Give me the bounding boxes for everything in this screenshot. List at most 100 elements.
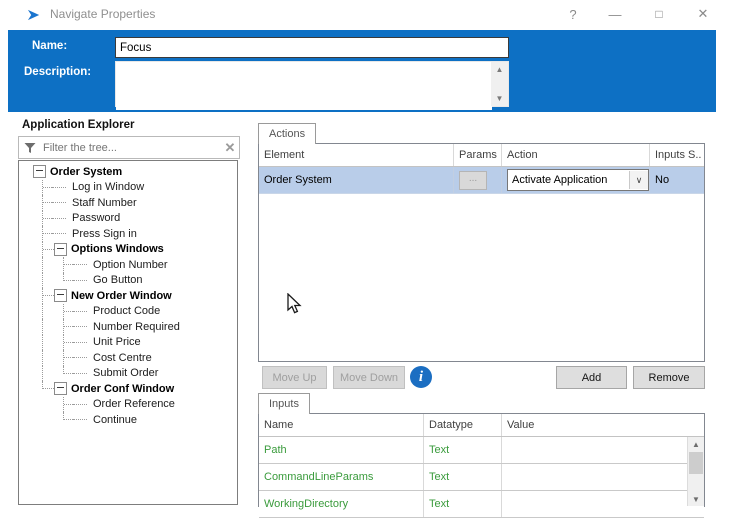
tree-connector bbox=[33, 397, 54, 413]
scroll-down-icon[interactable]: ▼ bbox=[491, 92, 508, 105]
tree-item-submit-order[interactable]: Submit Order bbox=[19, 365, 237, 382]
tree-item-log-in-window[interactable]: Log in Window bbox=[19, 179, 237, 196]
name-input[interactable] bbox=[115, 37, 509, 58]
input-value-cell bbox=[501, 437, 704, 463]
actions-row-selected[interactable]: Order System ... Activate Application ∨ … bbox=[259, 167, 704, 194]
tree-item-product-code[interactable]: Product Code bbox=[19, 303, 237, 320]
application-explorer-title: Application Explorer bbox=[22, 119, 135, 131]
tree-leaf-connector bbox=[73, 350, 89, 366]
input-datatype-cell: Text bbox=[423, 464, 501, 490]
action-inputs-set-cell: No bbox=[649, 167, 704, 193]
tree-item-label: Cost Centre bbox=[93, 351, 152, 364]
tree-item-label: Order Conf Window bbox=[71, 382, 175, 395]
description-field-wrap: ▲ ▼ bbox=[115, 61, 509, 110]
inputs-scrollbar[interactable]: ▲ ▼ bbox=[687, 437, 704, 506]
tree-item-option-number[interactable]: Option Number bbox=[19, 257, 237, 273]
maximize-button[interactable]: □ bbox=[646, 3, 672, 25]
tab-actions[interactable]: Actions bbox=[258, 123, 317, 144]
tree-connector bbox=[54, 334, 77, 351]
tree-leaf-connector bbox=[73, 304, 89, 320]
tree-item-label: Press Sign in bbox=[72, 227, 137, 240]
minimize-button[interactable]: — bbox=[602, 3, 628, 25]
filter-clear-icon[interactable]: ✕ bbox=[221, 140, 239, 156]
remove-button[interactable]: Remove bbox=[633, 366, 705, 389]
scroll-down-icon[interactable]: ▼ bbox=[688, 492, 704, 506]
tree-leaf-connector bbox=[73, 273, 89, 289]
inputs-row-workingdirectory[interactable]: WorkingDirectory Text bbox=[259, 491, 704, 518]
tree-item-staff-number[interactable]: Staff Number bbox=[19, 195, 237, 211]
inputs-table-header: Name Datatype Value bbox=[259, 414, 704, 437]
column-header-params[interactable]: Params bbox=[453, 144, 501, 166]
scroll-up-icon[interactable]: ▲ bbox=[491, 63, 508, 76]
tree-item-label: Order Reference bbox=[93, 398, 175, 411]
description-label: Description: bbox=[24, 66, 92, 78]
application-explorer-tree: Order System Log in Window Staff Number Pas… bbox=[18, 160, 238, 505]
help-button[interactable]: ? bbox=[560, 3, 586, 25]
tree-connector bbox=[33, 412, 54, 428]
tree-leaf-connector bbox=[73, 366, 89, 382]
info-icon[interactable]: i bbox=[410, 366, 432, 388]
params-ellipsis-button[interactable]: ... bbox=[459, 170, 487, 190]
tree-item-label: Options Windows bbox=[71, 243, 164, 256]
column-header-datatype[interactable]: Datatype bbox=[423, 414, 501, 436]
tree-item-label: Submit Order bbox=[93, 367, 159, 380]
tree-item-press-sign-in[interactable]: Press Sign in bbox=[19, 226, 237, 242]
tree-item-cost-centre[interactable]: Cost Centre bbox=[19, 350, 237, 366]
tree-item-order-reference[interactable]: Order Reference bbox=[19, 396, 237, 413]
tree-connector bbox=[54, 412, 77, 428]
column-header-element[interactable]: Element bbox=[259, 144, 453, 166]
tree-item-order-conf-window[interactable]: Order Conf Window bbox=[19, 381, 237, 397]
tree-item-order-system[interactable]: Order System bbox=[19, 164, 237, 180]
tree-connector bbox=[54, 350, 77, 366]
tree-connector bbox=[54, 396, 77, 413]
description-textarea[interactable] bbox=[116, 62, 492, 110]
tree-collapse-icon[interactable] bbox=[54, 382, 67, 396]
tree-collapse-icon[interactable] bbox=[33, 165, 46, 179]
input-name-cell: CommandLineParams bbox=[264, 471, 374, 483]
tree-item-label: Go Button bbox=[93, 274, 143, 287]
tree-item-continue[interactable]: Continue bbox=[19, 412, 237, 428]
tree-item-label: Order System bbox=[50, 165, 123, 178]
tree-collapse-icon[interactable] bbox=[54, 289, 67, 303]
action-dropdown[interactable]: Activate Application ∨ bbox=[507, 169, 649, 191]
close-button[interactable]: ✕ bbox=[690, 3, 716, 25]
tab-inputs[interactable]: Inputs bbox=[258, 393, 310, 414]
inputs-table-body: Path Text CommandLineParams Text WorkingDire… bbox=[259, 437, 704, 518]
tree-item-unit-price[interactable]: Unit Price bbox=[19, 334, 237, 351]
chevron-down-icon[interactable]: ∨ bbox=[629, 171, 648, 189]
tree-connector bbox=[33, 241, 56, 258]
tree-connector bbox=[33, 350, 54, 366]
tree-connector bbox=[33, 288, 56, 304]
filter-tree-input[interactable] bbox=[41, 140, 221, 155]
tree-collapse-icon[interactable] bbox=[54, 242, 67, 256]
inputs-table: Name Datatype Value Path Text CommandLineP… bbox=[258, 413, 705, 518]
action-dropdown-value: Activate Application bbox=[512, 174, 608, 186]
move-down-button[interactable]: Move Down bbox=[333, 366, 405, 389]
column-header-inputs-set[interactable]: Inputs S.. bbox=[649, 144, 704, 166]
tree-item-go-button[interactable]: Go Button bbox=[19, 272, 237, 289]
column-header-value[interactable]: Value bbox=[501, 414, 704, 436]
tree-item-label: Log in Window bbox=[72, 181, 145, 194]
tree-item-password[interactable]: Password bbox=[19, 210, 237, 227]
tree-item-number-required[interactable]: Number Required bbox=[19, 319, 237, 335]
tree-item-options-windows[interactable]: Options Windows bbox=[19, 241, 237, 258]
scrollbar-thumb[interactable] bbox=[689, 452, 703, 474]
filter-funnel-icon bbox=[24, 142, 36, 153]
navigate-properties-dialog: Navigate Properties ? — □ ✕ Name: Descri… bbox=[0, 0, 735, 528]
inputs-row-commandlineparams[interactable]: CommandLineParams Text bbox=[259, 464, 704, 491]
description-scrollbar[interactable]: ▲ ▼ bbox=[491, 62, 508, 106]
tree-connector bbox=[54, 319, 77, 335]
input-value-cell bbox=[501, 491, 704, 517]
tree-item-new-order-window[interactable]: New Order Window bbox=[19, 288, 237, 304]
tree-connector bbox=[33, 303, 54, 320]
inputs-row-path[interactable]: Path Text bbox=[259, 437, 704, 464]
tree-connector bbox=[54, 257, 77, 273]
column-header-action[interactable]: Action bbox=[501, 144, 649, 166]
add-button[interactable]: Add bbox=[556, 366, 627, 389]
scroll-up-icon[interactable]: ▲ bbox=[688, 437, 704, 451]
tree-item-label: Product Code bbox=[93, 305, 161, 318]
move-up-button[interactable]: Move Up bbox=[262, 366, 327, 389]
tree-leaf-connector bbox=[73, 397, 89, 413]
column-header-name[interactable]: Name bbox=[259, 414, 423, 436]
tree-item-label: Staff Number bbox=[72, 196, 137, 209]
